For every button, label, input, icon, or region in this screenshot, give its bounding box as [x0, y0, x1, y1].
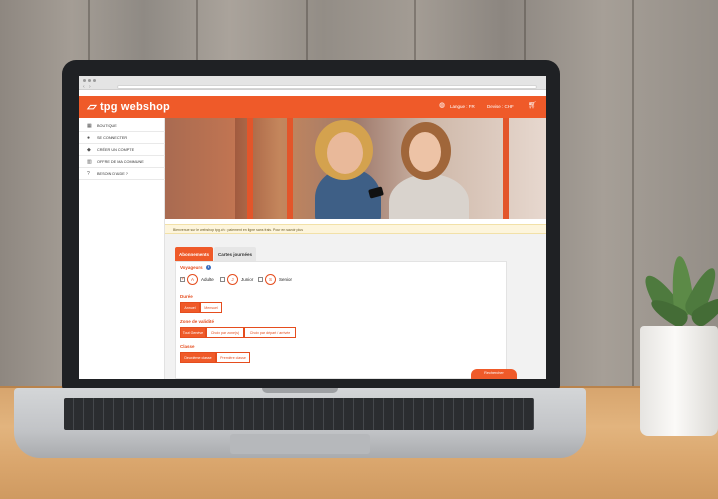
welcome-notice: Bienvenue sur le webshop tpg.ch : paieme…: [165, 224, 546, 234]
laptop-trackpad: [230, 434, 370, 454]
zone-all-geneva-button[interactable]: Tout Genève: [180, 327, 206, 338]
users-icon: ◆: [87, 147, 91, 153]
sidebar-item-boutique[interactable]: ▦ BOUTIQUE: [79, 120, 165, 132]
bus-handrail: [247, 118, 253, 219]
brand-mark-icon: ▱: [87, 101, 96, 113]
tab-abonnements[interactable]: Abonnements: [175, 247, 213, 261]
duration-annual-button[interactable]: Annuel: [180, 302, 200, 313]
back-arrow-icon[interactable]: ‹: [83, 84, 85, 90]
senior-label: Senior: [279, 277, 293, 282]
bus-handrail: [503, 118, 509, 219]
sidebar-item-label: OFFRE DE MA COMMUNE: [97, 160, 144, 164]
travellers-label: Voyageurs i: [180, 265, 211, 271]
shop-icon: ▦: [87, 123, 92, 129]
user-icon: ●: [87, 135, 91, 141]
senior-avatar-icon: S: [265, 274, 276, 285]
senior-checkbox[interactable]: [258, 277, 263, 282]
window-maximize-dot[interactable]: [93, 79, 96, 82]
browser-chrome: ‹ ›: [79, 76, 546, 90]
junior-avatar-icon: J: [227, 274, 238, 285]
info-icon[interactable]: i: [205, 265, 211, 271]
junior-checkbox[interactable]: [220, 277, 225, 282]
notice-text: Bienvenue sur le webshop tpg.ch : paieme…: [173, 228, 303, 232]
laptop-screen: ‹ › ▱ tpg webshop ◍ Langue : FR Devise :…: [79, 76, 546, 379]
zone-by-zones-button[interactable]: Choix par zone(s): [206, 327, 244, 338]
smartphone: [368, 186, 384, 199]
address-bar-row: ‹ ›: [79, 84, 546, 90]
adult-label: Adulte: [201, 277, 214, 282]
window-minimize-dot[interactable]: [88, 79, 91, 82]
site-header: ▱ tpg webshop ◍ Langue : FR Devise : CHF…: [79, 96, 546, 118]
woman-right-face: [409, 132, 441, 172]
currency-selector[interactable]: Devise : CHF: [487, 104, 514, 109]
bus-window: [165, 118, 235, 219]
junior-label: Junior: [241, 277, 254, 282]
sidebar-item-login[interactable]: ● SE CONNECTER: [79, 132, 165, 144]
search-button[interactable]: Rechercher: [471, 369, 517, 379]
brand-logo[interactable]: ▱ tpg webshop: [87, 100, 170, 113]
bus-handrail: [287, 118, 293, 219]
zone-label: Zone de validité: [180, 319, 215, 324]
woman-right-body: [389, 174, 469, 219]
sidebar-item-label: BESOIN D'AIDE ?: [97, 172, 128, 176]
cart-icon[interactable]: 🛒︎: [528, 101, 537, 109]
laptop-keyboard: [64, 398, 534, 430]
sidebar-item-help[interactable]: ? BESOIN D'AIDE ?: [79, 168, 165, 180]
sidebar-item-label: SE CONNECTER: [97, 136, 128, 140]
sidebar: ▦ BOUTIQUE ● SE CONNECTER ◆ CRÉER UN COM…: [79, 118, 165, 379]
hero-image: [165, 118, 546, 219]
globe-icon[interactable]: ◍: [439, 101, 445, 109]
help-icon: ?: [87, 171, 90, 177]
sidebar-item-create-account[interactable]: ◆ CRÉER UN COMPTE: [79, 144, 165, 156]
window-close-dot[interactable]: [83, 79, 86, 82]
building-icon: ▥: [87, 159, 92, 165]
travellers-label-text: Voyageurs: [180, 265, 203, 270]
wall-plank-seam: [632, 0, 634, 390]
forward-arrow-icon[interactable]: ›: [89, 84, 91, 90]
sidebar-item-label: CRÉER UN COMPTE: [97, 148, 135, 152]
zone-by-departure-arrival-button[interactable]: Choix par départ / arrivée: [244, 327, 296, 338]
brand-name: tpg webshop: [99, 101, 170, 113]
woman-left-face: [327, 132, 363, 174]
duration-monthly-button[interactable]: Mensuel: [200, 302, 222, 313]
plant-pot: [640, 326, 718, 436]
first-class-button[interactable]: Première classe: [216, 352, 250, 363]
tab-cartes-journees[interactable]: Cartes journées: [214, 247, 256, 261]
second-class-button[interactable]: Deuxième classe: [180, 352, 216, 363]
adult-checkbox[interactable]: [180, 276, 185, 282]
duration-label: Durée: [180, 294, 193, 299]
laptop-hinge-notch: [262, 388, 338, 393]
sidebar-item-commune-offer[interactable]: ▥ OFFRE DE MA COMMUNE: [79, 156, 165, 168]
class-label: Classe: [180, 344, 195, 349]
language-selector[interactable]: Langue : FR: [450, 104, 475, 109]
address-field[interactable]: [117, 85, 537, 89]
sidebar-item-label: BOUTIQUE: [97, 124, 117, 128]
adult-avatar-icon: A: [187, 274, 198, 285]
subscription-form: Voyageurs i A Adulte J Junior S Senior D…: [175, 261, 507, 379]
